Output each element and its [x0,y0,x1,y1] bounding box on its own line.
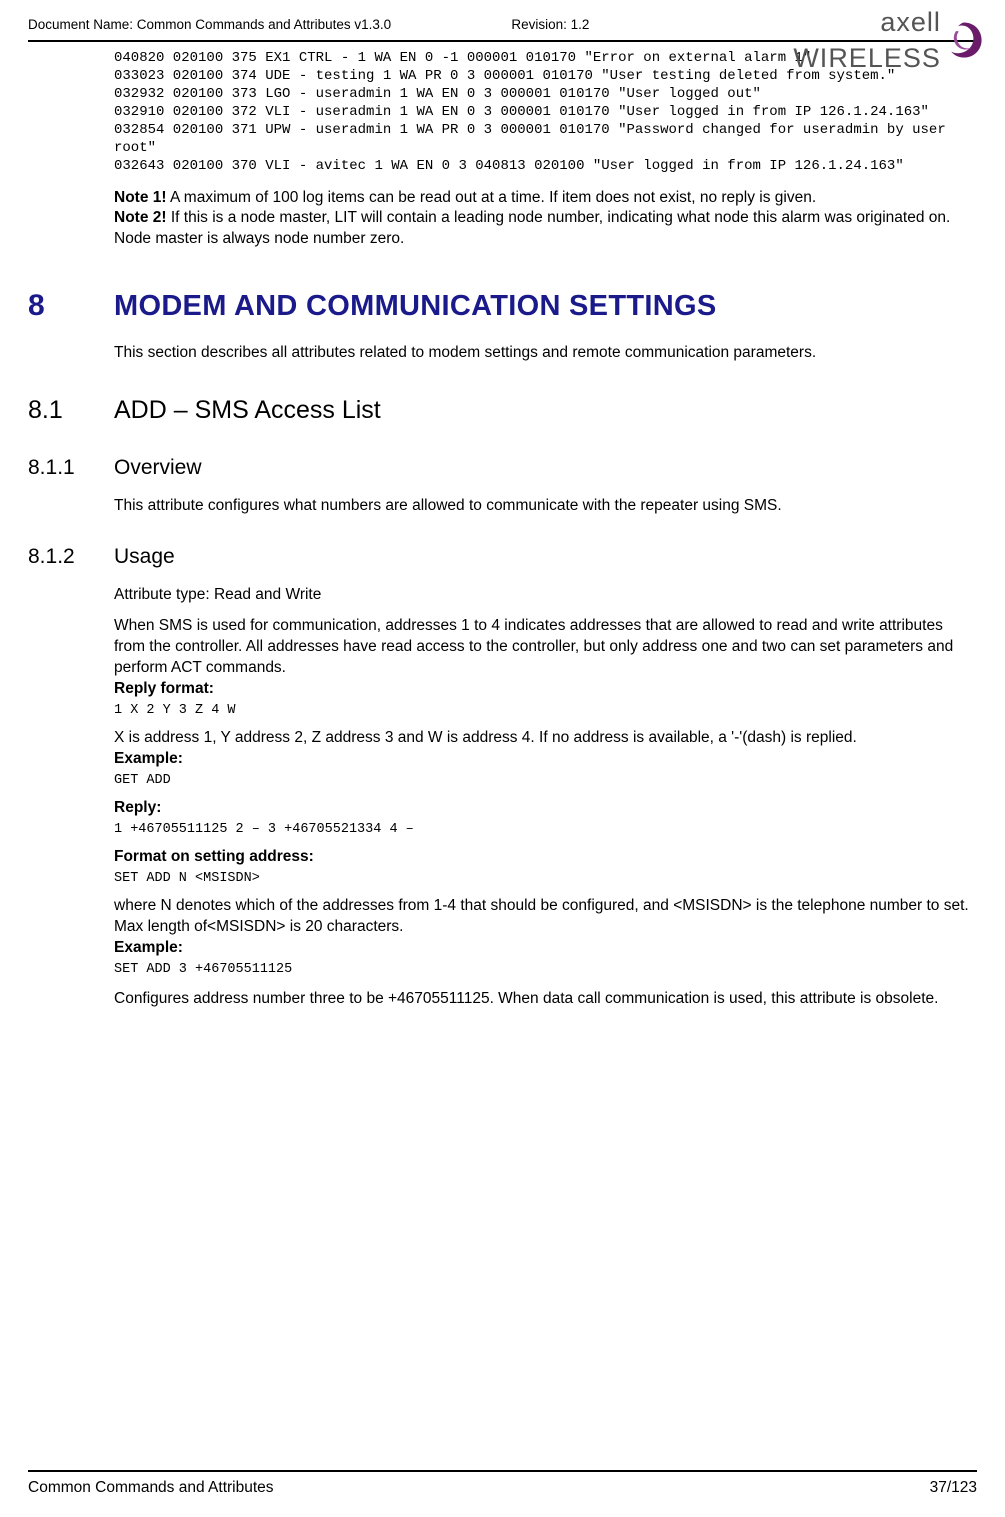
revision: Revision: 1.2 [451,16,765,34]
section-8-1-title: ADD – SMS Access List [114,394,381,428]
reply-format-code: 1 X 2 Y 3 Z 4 W [114,702,969,720]
section-8-1-2-title: Usage [114,543,175,571]
section-8-intro-block: This section describes all attributes re… [114,343,969,364]
logo-swirl-icon [945,17,983,63]
section-8-num: 8 [28,286,114,327]
section-8-1-1-heading: 8.1.1 Overview [28,454,977,482]
footer-rule [28,1470,977,1472]
example2-label: Example: [114,938,969,959]
section-8-heading: 8 MODEM AND COMMUNICATION SETTINGS [28,286,977,327]
logo-text-wrap: axell WIRELESS [765,4,941,77]
usage-block: Attribute type: Read and Write When SMS … [114,585,969,1010]
example2-code: SET ADD 3 +46705511125 [114,961,969,979]
page: Document Name: Common Commands and Attri… [0,0,1005,1517]
overview-block: This attribute configures what numbers a… [114,496,969,517]
section-8-1-2-heading: 8.1.2 Usage [28,543,977,571]
section-8-1-num: 8.1 [28,394,114,428]
page-footer: Common Commands and Attributes 37/123 [28,1470,977,1499]
reply-code: 1 +46705511125 2 – 3 +46705521334 4 – [114,821,969,839]
final-para: Configures address number three to be +4… [114,989,969,1010]
section-8-1-1-num: 8.1.1 [28,454,114,482]
content-area: 040820 020100 375 EX1 CTRL - 1 WA EN 0 -… [114,50,969,250]
section-8-1-2-num: 8.1.2 [28,543,114,571]
format-set-code: SET ADD N <MSISDN> [114,870,969,888]
footer-left: Common Commands and Attributes [28,1478,274,1499]
footer-row: Common Commands and Attributes 37/123 [28,1478,977,1499]
logo-brand: axell [880,7,941,37]
format-set-label: Format on setting address: [114,847,969,868]
reply-format-label: Reply format: [114,679,969,700]
section-8-intro: This section describes all attributes re… [114,343,969,364]
note-1: Note 1! A maximum of 100 log items can b… [114,188,969,209]
usage-intro: When SMS is used for communication, addr… [114,616,969,679]
notes-block: Note 1! A maximum of 100 log items can b… [114,188,969,251]
section-8-1-1-title: Overview [114,454,202,482]
overview-text: This attribute configures what numbers a… [114,496,969,517]
section-8-title: MODEM AND COMMUNICATION SETTINGS [114,287,716,326]
doc-name: Document Name: Common Commands and Attri… [28,16,451,34]
note-1-text: A maximum of 100 log items can be read o… [167,189,817,206]
reply-format-expl: X is address 1, Y address 2, Z address 3… [114,728,969,749]
note-2-label: Note 2! [114,209,167,226]
note-1-label: Note 1! [114,189,167,206]
logo-subtext: WIRELESS [793,43,941,73]
section-8-1-heading: 8.1 ADD – SMS Access List [28,394,977,428]
footer-right: 37/123 [930,1478,977,1499]
example-code: GET ADD [114,772,969,790]
reply-label: Reply: [114,798,969,819]
format-set-expl: where N denotes which of the addresses f… [114,896,969,938]
note-2-text: If this is a node master, LIT will conta… [114,209,950,247]
page-header: Document Name: Common Commands and Attri… [28,16,977,36]
logo: axell WIRELESS [765,4,983,77]
attr-type: Attribute type: Read and Write [114,585,969,606]
note-2: Note 2! If this is a node master, LIT wi… [114,208,969,250]
example-label: Example: [114,749,969,770]
